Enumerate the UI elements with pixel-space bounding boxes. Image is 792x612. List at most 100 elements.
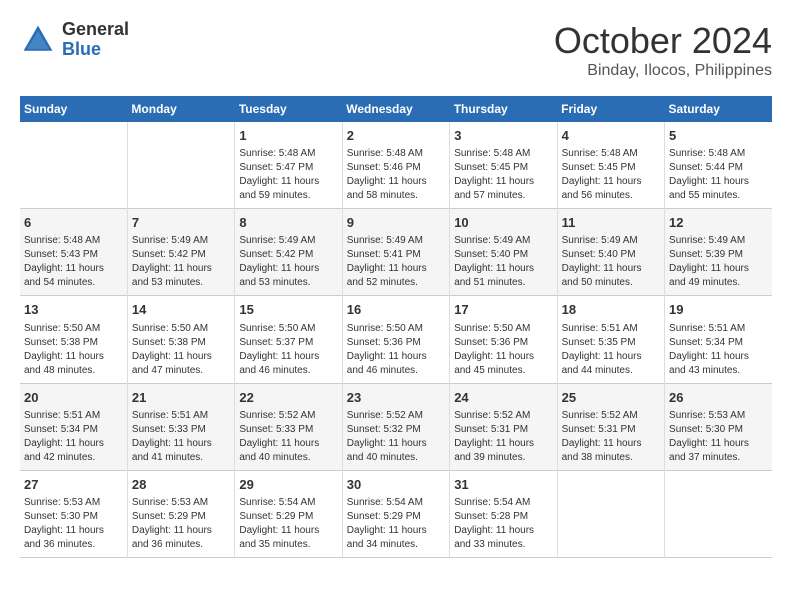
- calendar-day-cell: 6Sunrise: 5:48 AM Sunset: 5:43 PM Daylig…: [20, 209, 127, 296]
- day-info: Sunrise: 5:50 AM Sunset: 5:38 PM Dayligh…: [132, 322, 230, 378]
- day-number: 24: [454, 389, 552, 407]
- calendar-day-cell: 11 Sunrise: 5:49 AM Sunset: 5:40 PM Dayli…: [557, 209, 664, 296]
- day-info: Sunrise: 5:48 AM Sunset: 5:45 PM Dayligh…: [562, 147, 660, 203]
- day-number: 21: [132, 389, 230, 407]
- day-number: 8: [239, 214, 337, 232]
- calendar-table: SundayMondayTuesdayWednesdayThursdayFrid…: [20, 96, 772, 558]
- day-number: 7: [132, 214, 230, 232]
- calendar-day-cell: 31Sunrise: 5:54 AM Sunset: 5:28 PM Dayli…: [450, 470, 557, 557]
- calendar-day-cell: 12 Sunrise: 5:49 AM Sunset: 5:39 PM Dayli…: [665, 209, 772, 296]
- calendar-day-cell: 15Sunrise: 5:50 AM Sunset: 5:37 PM Dayli…: [235, 296, 342, 383]
- weekday-header: Monday: [127, 96, 234, 122]
- calendar-day-cell: 13 Sunrise: 5:50 AM Sunset: 5:38 PM Dayli…: [20, 296, 127, 383]
- day-number: 11: [562, 214, 660, 232]
- day-number: 23: [347, 389, 445, 407]
- day-number: 29: [239, 476, 337, 494]
- calendar-day-cell: 25 Sunrise: 5:52 AM Sunset: 5:31 PM Dayli…: [557, 383, 664, 470]
- day-info: Sunrise: 5:51 AM Sunset: 5:33 PM Dayligh…: [132, 409, 230, 465]
- day-info: Sunrise: 5:49 AM Sunset: 5:42 PM Dayligh…: [239, 234, 337, 290]
- weekday-header: Wednesday: [342, 96, 449, 122]
- logo-icon: [20, 22, 56, 58]
- day-info: Sunrise: 5:50 AM Sunset: 5:36 PM Dayligh…: [347, 322, 445, 378]
- day-info: Sunrise: 5:51 AM Sunset: 5:34 PM Dayligh…: [669, 322, 768, 378]
- logo-blue: Blue: [62, 40, 129, 60]
- day-info: Sunrise: 5:52 AM Sunset: 5:33 PM Dayligh…: [239, 409, 337, 465]
- day-number: 9: [347, 214, 445, 232]
- day-number: 17: [454, 301, 552, 319]
- day-info: Sunrise: 5:49 AM Sunset: 5:40 PM Dayligh…: [454, 234, 552, 290]
- calendar-day-cell: 17 Sunrise: 5:50 AM Sunset: 5:36 PM Dayli…: [450, 296, 557, 383]
- day-info: Sunrise: 5:52 AM Sunset: 5:31 PM Dayligh…: [454, 409, 552, 465]
- calendar-day-cell: 29 Sunrise: 5:54 AM Sunset: 5:29 PM Dayli…: [235, 470, 342, 557]
- logo-general: General: [62, 20, 129, 40]
- calendar-day-cell: 24 Sunrise: 5:52 AM Sunset: 5:31 PM Dayli…: [450, 383, 557, 470]
- page-header: General Blue October 2024 Binday, Ilocos…: [20, 20, 772, 80]
- day-number: 20: [24, 389, 123, 407]
- day-info: Sunrise: 5:52 AM Sunset: 5:31 PM Dayligh…: [562, 409, 660, 465]
- calendar-day-cell: [20, 122, 127, 209]
- day-number: 2: [347, 127, 445, 145]
- calendar-day-cell: 1Sunrise: 5:48 AM Sunset: 5:47 PM Daylig…: [235, 122, 342, 209]
- calendar-day-cell: [665, 470, 772, 557]
- day-info: Sunrise: 5:52 AM Sunset: 5:32 PM Dayligh…: [347, 409, 445, 465]
- calendar-week-row: 20 Sunrise: 5:51 AM Sunset: 5:34 PM Dayli…: [20, 383, 772, 470]
- day-info: Sunrise: 5:50 AM Sunset: 5:38 PM Dayligh…: [24, 322, 123, 378]
- calendar-subtitle: Binday, Ilocos, Philippines: [554, 62, 772, 80]
- title-block: October 2024 Binday, Ilocos, Philippines: [554, 20, 772, 80]
- day-info: Sunrise: 5:48 AM Sunset: 5:45 PM Dayligh…: [454, 147, 552, 203]
- day-number: 19: [669, 301, 768, 319]
- day-number: 27: [24, 476, 123, 494]
- day-number: 12: [669, 214, 768, 232]
- day-info: Sunrise: 5:48 AM Sunset: 5:43 PM Dayligh…: [24, 234, 123, 290]
- day-number: 31: [454, 476, 552, 494]
- calendar-week-row: 27 Sunrise: 5:53 AM Sunset: 5:30 PM Dayli…: [20, 470, 772, 557]
- weekday-header: Saturday: [665, 96, 772, 122]
- day-number: 13: [24, 301, 123, 319]
- day-number: 26: [669, 389, 768, 407]
- day-number: 22: [239, 389, 337, 407]
- header-row: SundayMondayTuesdayWednesdayThursdayFrid…: [20, 96, 772, 122]
- logo-text: General Blue: [62, 20, 129, 60]
- calendar-day-cell: [127, 122, 234, 209]
- calendar-day-cell: 30Sunrise: 5:54 AM Sunset: 5:29 PM Dayli…: [342, 470, 449, 557]
- calendar-day-cell: 10 Sunrise: 5:49 AM Sunset: 5:40 PM Dayli…: [450, 209, 557, 296]
- calendar-day-cell: 18Sunrise: 5:51 AM Sunset: 5:35 PM Dayli…: [557, 296, 664, 383]
- day-number: 18: [562, 301, 660, 319]
- calendar-day-cell: 16Sunrise: 5:50 AM Sunset: 5:36 PM Dayli…: [342, 296, 449, 383]
- calendar-day-cell: 22 Sunrise: 5:52 AM Sunset: 5:33 PM Dayli…: [235, 383, 342, 470]
- calendar-day-cell: 23 Sunrise: 5:52 AM Sunset: 5:32 PM Dayli…: [342, 383, 449, 470]
- day-info: Sunrise: 5:51 AM Sunset: 5:34 PM Dayligh…: [24, 409, 123, 465]
- day-info: Sunrise: 5:50 AM Sunset: 5:37 PM Dayligh…: [239, 322, 337, 378]
- day-number: 1: [239, 127, 337, 145]
- day-info: Sunrise: 5:53 AM Sunset: 5:30 PM Dayligh…: [24, 496, 123, 552]
- day-info: Sunrise: 5:53 AM Sunset: 5:29 PM Dayligh…: [132, 496, 230, 552]
- day-number: 25: [562, 389, 660, 407]
- calendar-day-cell: 26 Sunrise: 5:53 AM Sunset: 5:30 PM Dayli…: [665, 383, 772, 470]
- weekday-header: Friday: [557, 96, 664, 122]
- day-number: 10: [454, 214, 552, 232]
- day-info: Sunrise: 5:53 AM Sunset: 5:30 PM Dayligh…: [669, 409, 768, 465]
- day-number: 3: [454, 127, 552, 145]
- calendar-week-row: 6Sunrise: 5:48 AM Sunset: 5:43 PM Daylig…: [20, 209, 772, 296]
- day-info: Sunrise: 5:49 AM Sunset: 5:41 PM Dayligh…: [347, 234, 445, 290]
- calendar-day-cell: 4 Sunrise: 5:48 AM Sunset: 5:45 PM Daylig…: [557, 122, 664, 209]
- weekday-header: Tuesday: [235, 96, 342, 122]
- calendar-day-cell: 7Sunrise: 5:49 AM Sunset: 5:42 PM Daylig…: [127, 209, 234, 296]
- day-info: Sunrise: 5:54 AM Sunset: 5:29 PM Dayligh…: [239, 496, 337, 552]
- day-info: Sunrise: 5:49 AM Sunset: 5:39 PM Dayligh…: [669, 234, 768, 290]
- calendar-day-cell: 20 Sunrise: 5:51 AM Sunset: 5:34 PM Dayli…: [20, 383, 127, 470]
- day-number: 28: [132, 476, 230, 494]
- day-number: 14: [132, 301, 230, 319]
- day-number: 30: [347, 476, 445, 494]
- calendar-day-cell: 2Sunrise: 5:48 AM Sunset: 5:46 PM Daylig…: [342, 122, 449, 209]
- day-info: Sunrise: 5:48 AM Sunset: 5:44 PM Dayligh…: [669, 147, 768, 203]
- calendar-day-cell: 21 Sunrise: 5:51 AM Sunset: 5:33 PM Dayli…: [127, 383, 234, 470]
- logo: General Blue: [20, 20, 129, 60]
- calendar-day-cell: 8 Sunrise: 5:49 AM Sunset: 5:42 PM Daylig…: [235, 209, 342, 296]
- calendar-day-cell: 14 Sunrise: 5:50 AM Sunset: 5:38 PM Dayli…: [127, 296, 234, 383]
- calendar-day-cell: 9 Sunrise: 5:49 AM Sunset: 5:41 PM Daylig…: [342, 209, 449, 296]
- day-number: 4: [562, 127, 660, 145]
- calendar-day-cell: 19 Sunrise: 5:51 AM Sunset: 5:34 PM Dayli…: [665, 296, 772, 383]
- day-info: Sunrise: 5:50 AM Sunset: 5:36 PM Dayligh…: [454, 322, 552, 378]
- day-info: Sunrise: 5:49 AM Sunset: 5:40 PM Dayligh…: [562, 234, 660, 290]
